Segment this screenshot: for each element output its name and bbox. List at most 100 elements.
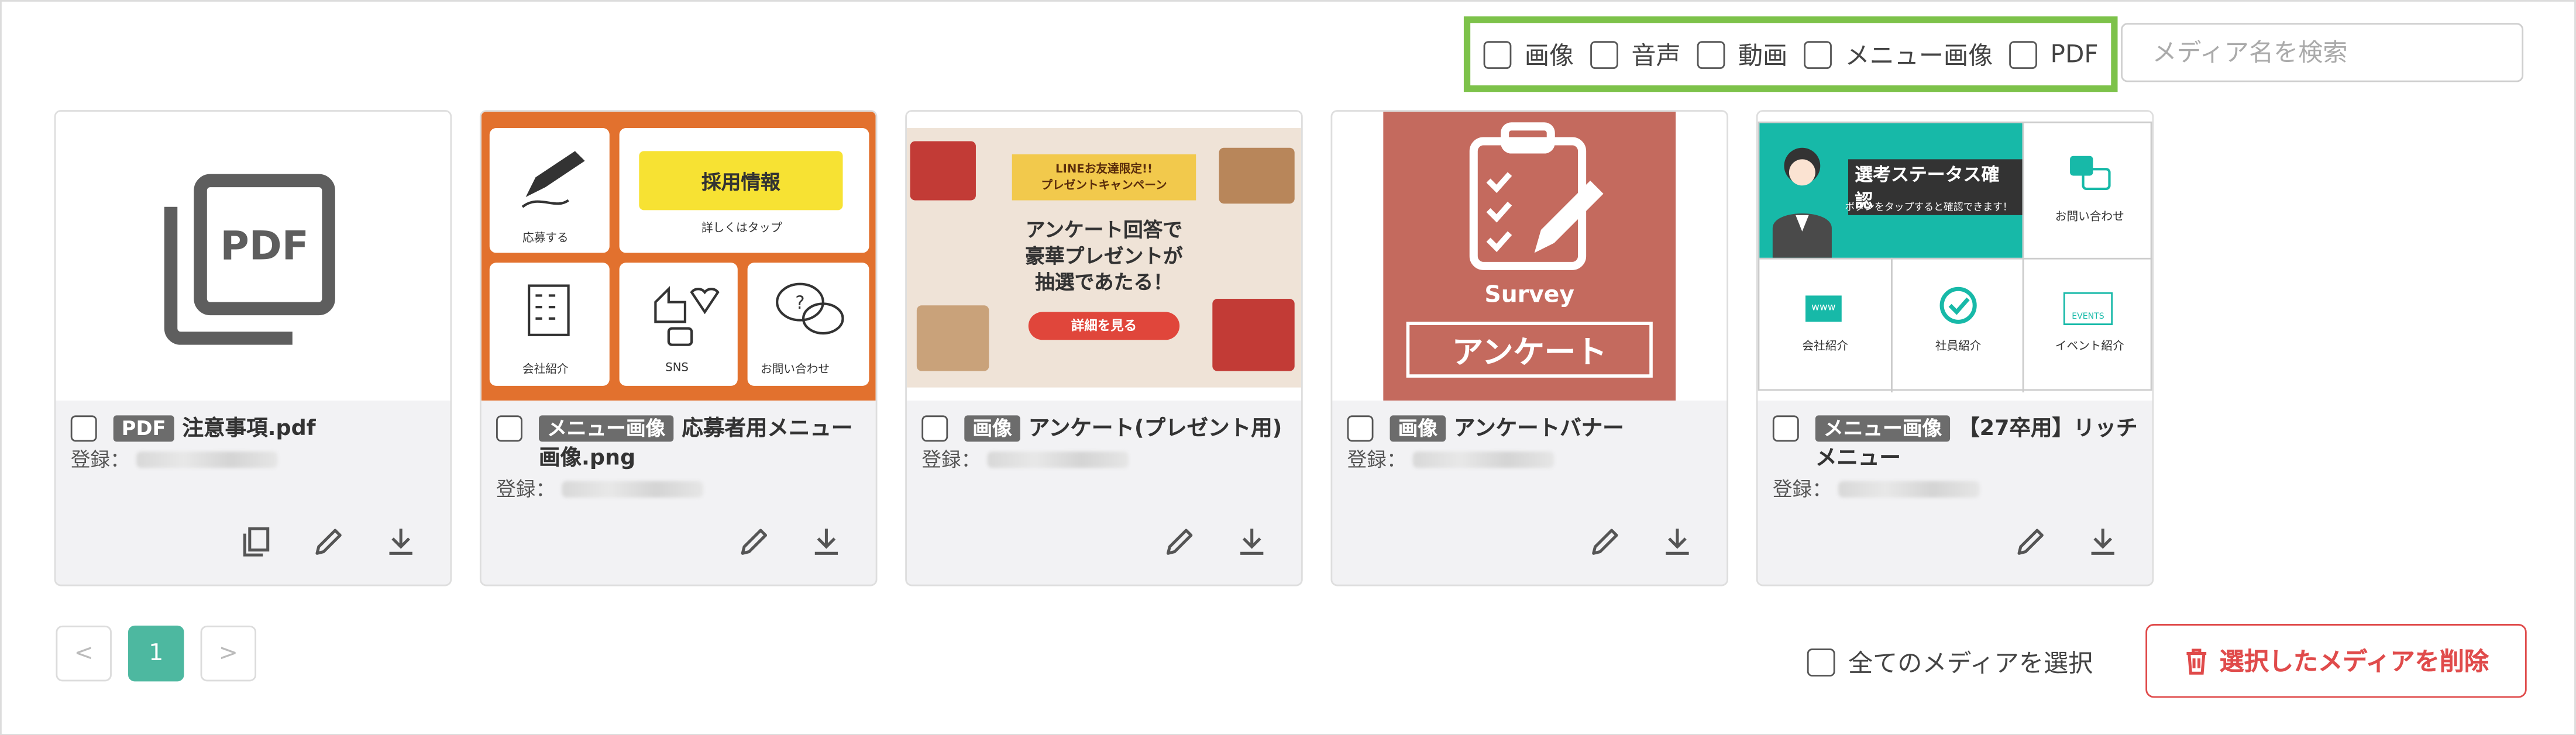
sns-cell: SNS	[619, 263, 738, 386]
event-label: イベント紹介	[2055, 340, 2124, 353]
card-select-checkbox[interactable]	[496, 415, 522, 442]
contact-cell: お問い合わせ	[2022, 123, 2152, 258]
registered-date-redacted	[562, 480, 703, 497]
chat-icon: ?	[776, 282, 844, 335]
media-thumbnail[interactable]: LINEお友達限定!! プレゼントキャンペーン アンケート回答で 豪華プレゼント…	[907, 111, 1301, 401]
filter-image[interactable]: 画像	[1483, 37, 1574, 71]
apply-label: 応募する	[522, 231, 569, 245]
registered-label: 登録：	[1772, 478, 1832, 501]
download-icon[interactable]	[1661, 526, 1694, 558]
recruit-menu-image: 応募する 採用情報 詳しくはタップ 会社紹介 SNS ? お問い合わせ	[481, 111, 876, 401]
recruit-info-cell: 採用情報 詳しくはタップ	[619, 128, 869, 253]
headline-line-2: 豪華プレゼントが	[1025, 244, 1183, 268]
media-library: 画像 音声 動画 メニュー画像 PDF PDF PDF 注意事項.pdf 登録：	[0, 0, 2576, 735]
staff-cell: 社員紹介	[1891, 257, 2023, 393]
survey-banner-text: アンケート	[1406, 322, 1653, 378]
download-icon[interactable]	[810, 526, 842, 558]
filter-pdf[interactable]: PDF	[2009, 39, 2099, 69]
filter-video[interactable]: 動画	[1697, 37, 1787, 71]
gift-box	[910, 141, 976, 201]
apply-cell: 応募する	[489, 128, 610, 253]
edit-icon[interactable]	[1588, 526, 1621, 558]
copy-icon[interactable]	[240, 526, 273, 558]
company-label: 会社紹介	[522, 363, 569, 377]
download-icon[interactable]	[1236, 526, 1268, 558]
card-select-checkbox[interactable]	[1772, 415, 1799, 442]
filter-menu-image[interactable]: メニュー画像	[1804, 37, 1993, 71]
media-thumbnail[interactable]: 選考ステータス確認 ボタンをタップすると確認できます！ お問い合わせ www 会…	[1758, 111, 2152, 401]
media-card: 選考ステータス確認 ボタンをタップすると確認できます！ お問い合わせ www 会…	[1756, 110, 2154, 586]
delete-selected-button[interactable]: 選択したメディアを削除	[2145, 624, 2527, 698]
filter-menu-image-checkbox[interactable]	[1804, 40, 1832, 68]
survey-banner-image: Survey アンケート	[1383, 111, 1676, 401]
next-page-button[interactable]: >	[200, 625, 257, 682]
media-type-badge: メニュー画像	[1815, 415, 1951, 442]
card-select-checkbox[interactable]	[921, 415, 948, 442]
registered-date-redacted	[987, 450, 1129, 467]
campaign-headline: アンケート回答で 豪華プレゼントが 抽選であたる！	[989, 217, 1219, 296]
media-type-badge: 画像	[964, 415, 1020, 442]
event-cell: EVENTS イベント紹介	[2022, 257, 2152, 393]
filter-video-checkbox[interactable]	[1697, 40, 1725, 68]
pdf-file-icon: PDF	[164, 174, 335, 345]
filter-label: 画像	[1524, 40, 1574, 70]
pdf-thumb-label: PDF	[220, 223, 308, 269]
contact-label: お問い合わせ	[761, 363, 830, 377]
download-icon[interactable]	[384, 526, 417, 558]
media-card: LINEお友達限定!! プレゼントキャンペーン アンケート回答で 豪華プレゼント…	[905, 110, 1303, 586]
media-thumbnail[interactable]: 応募する 採用情報 詳しくはタップ 会社紹介 SNS ? お問い合わせ	[481, 111, 876, 401]
delete-selected-label: 選択したメディアを削除	[2219, 647, 2489, 677]
contact-cell: ? お問い合わせ	[747, 263, 869, 386]
clipboard-icon	[1469, 122, 1604, 270]
filter-label: メニュー画像	[1845, 40, 1993, 70]
company-label: 会社紹介	[1802, 340, 1848, 353]
media-type-badge: 画像	[1390, 415, 1446, 442]
registered-label: 登録：	[496, 478, 556, 501]
check-circle-icon	[1939, 287, 1977, 324]
page-1-button[interactable]: 1	[128, 625, 184, 682]
edit-icon[interactable]	[1163, 526, 1196, 558]
media-thumbnail[interactable]: Survey アンケート	[1332, 111, 1727, 401]
registered-date-redacted	[1412, 450, 1554, 467]
filter-audio-checkbox[interactable]	[1590, 40, 1618, 68]
pagination: < 1 >	[56, 625, 257, 682]
media-type-badge: PDF	[113, 415, 174, 442]
svg-text:?: ?	[795, 292, 804, 313]
filter-image-checkbox[interactable]	[1483, 40, 1512, 68]
trash-icon	[2186, 648, 2207, 674]
media-type-badge: メニュー画像	[539, 415, 674, 442]
media-title: 注意事項.pdf	[182, 417, 316, 442]
filter-label: PDF	[2050, 39, 2099, 69]
media-card: PDF PDF 注意事項.pdf 登録：	[54, 110, 452, 586]
pen-icon	[521, 151, 585, 208]
status-cell: 選考ステータス確認 ボタンをタップすると確認できます！	[1759, 123, 2023, 258]
registered-label: 登録：	[921, 448, 981, 471]
edit-icon[interactable]	[312, 526, 345, 558]
registered-date-redacted	[1838, 480, 1980, 497]
registered-date-redacted	[136, 450, 278, 467]
edit-icon[interactable]	[738, 526, 771, 558]
filter-pdf-checkbox[interactable]	[2009, 40, 2038, 68]
gift-box	[1212, 299, 1295, 371]
recruit-info-button: 採用情報	[639, 151, 843, 211]
edit-icon[interactable]	[2014, 526, 2047, 558]
card-select-checkbox[interactable]	[70, 415, 97, 442]
gift-box	[916, 305, 989, 371]
headline-line-1: アンケート回答で	[1025, 218, 1183, 241]
media-card: 応募する 採用情報 詳しくはタップ 会社紹介 SNS ? お問い合わせ メニュー…	[479, 110, 878, 586]
card-select-checkbox[interactable]	[1347, 415, 1374, 442]
filter-audio[interactable]: 音声	[1590, 37, 1681, 71]
ribbon-line-1: LINEお友達限定!!	[1055, 162, 1153, 176]
contact-label: お問い合わせ	[2055, 210, 2124, 223]
select-all-checkbox[interactable]	[1807, 648, 1835, 677]
media-title: アンケートバナー	[1454, 417, 1624, 442]
company-cell: 会社紹介	[489, 263, 610, 386]
prev-page-button[interactable]: <	[56, 625, 112, 682]
select-all-media[interactable]: 全てのメディアを選択	[1807, 646, 2093, 680]
building-icon	[528, 284, 570, 336]
person-illustration	[1772, 147, 1832, 258]
download-icon[interactable]	[2086, 526, 2119, 558]
media-thumbnail[interactable]: PDF	[56, 111, 450, 401]
headline-line-3: 抽選であたる！	[1035, 271, 1173, 294]
media-search-input[interactable]	[2121, 23, 2524, 82]
